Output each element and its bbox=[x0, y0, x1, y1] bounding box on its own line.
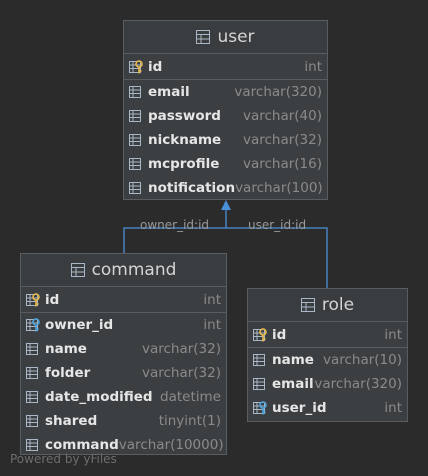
field-name: id bbox=[45, 291, 60, 308]
field-type: tinyint(1) bbox=[158, 413, 221, 429]
column-icon bbox=[129, 110, 141, 122]
field-row[interactable]: id int bbox=[124, 54, 327, 80]
column-icon bbox=[129, 86, 141, 98]
table-user[interactable]: user id int email varchar(320) password varch… bbox=[123, 20, 328, 200]
field-type: varchar(16) bbox=[242, 156, 322, 172]
field-name: password bbox=[148, 108, 221, 124]
table-title: command bbox=[91, 260, 177, 280]
field-type: int bbox=[304, 58, 322, 75]
column-icon bbox=[26, 439, 38, 451]
field-type: int bbox=[384, 326, 402, 343]
edge-arrowhead bbox=[221, 200, 231, 210]
field-name: owner_id bbox=[45, 317, 114, 333]
field-row[interactable]: password varchar(40) bbox=[124, 104, 327, 128]
field-row[interactable]: email varchar(320) bbox=[248, 372, 407, 396]
field-name: nickname bbox=[148, 132, 222, 148]
primary-key-icon bbox=[26, 292, 40, 306]
field-type: varchar(32) bbox=[242, 132, 322, 148]
field-row[interactable]: id int bbox=[21, 287, 226, 313]
field-row[interactable]: user_id int bbox=[248, 396, 407, 420]
field-type: varchar(100) bbox=[235, 180, 323, 196]
primary-key-icon bbox=[129, 59, 143, 73]
field-row[interactable]: nickname varchar(32) bbox=[124, 128, 327, 152]
field-row[interactable]: folder varchar(32) bbox=[21, 361, 226, 385]
field-type: datetime bbox=[160, 389, 221, 405]
field-name: mcprofile bbox=[148, 156, 220, 172]
column-icon bbox=[26, 415, 38, 427]
column-icon bbox=[253, 354, 265, 366]
field-type: varchar(10) bbox=[322, 352, 402, 368]
column-icon bbox=[129, 182, 141, 194]
field-name: email bbox=[272, 376, 314, 392]
field-type: varchar(320) bbox=[234, 84, 322, 100]
field-name: command bbox=[45, 437, 119, 453]
field-name: date_modified bbox=[45, 389, 153, 405]
field-row[interactable]: date_modified datetime bbox=[21, 385, 226, 409]
field-name: user_id bbox=[272, 400, 327, 416]
table-title: role bbox=[321, 295, 355, 315]
column-icon bbox=[129, 134, 141, 146]
column-icon bbox=[26, 367, 38, 379]
column-icon bbox=[26, 343, 38, 355]
field-name: email bbox=[148, 84, 190, 100]
field-type: varchar(320) bbox=[314, 376, 402, 392]
field-type: varchar(40) bbox=[242, 108, 322, 124]
field-row[interactable]: owner_id int bbox=[21, 313, 226, 337]
field-type: int bbox=[203, 317, 221, 333]
table-command[interactable]: command id int owner_id int name varchar(32) f… bbox=[20, 253, 227, 455]
field-row[interactable]: shared tinyint(1) bbox=[21, 409, 226, 433]
field-row[interactable]: name varchar(10) bbox=[248, 348, 407, 372]
field-name: name bbox=[272, 352, 314, 368]
table-role[interactable]: role id int name varchar(10) email varchar(32… bbox=[247, 288, 408, 422]
table-icon bbox=[70, 263, 85, 277]
field-name: id bbox=[272, 326, 287, 343]
field-type: varchar(10000) bbox=[118, 437, 224, 453]
field-name: name bbox=[45, 341, 87, 357]
watermark: Powered by yFiles bbox=[10, 452, 117, 466]
primary-key-icon bbox=[253, 327, 267, 341]
field-row[interactable]: name varchar(32) bbox=[21, 337, 226, 361]
table-title: user bbox=[217, 27, 255, 47]
field-name: id bbox=[148, 58, 163, 75]
field-row[interactable]: id int bbox=[248, 322, 407, 348]
column-icon bbox=[129, 158, 141, 170]
table-header: command bbox=[21, 254, 226, 287]
table-header: user bbox=[124, 21, 327, 54]
table-icon bbox=[196, 30, 211, 44]
field-row[interactable]: mcprofile varchar(16) bbox=[124, 152, 327, 176]
field-name: notification bbox=[148, 180, 236, 196]
relation-label-user: user_id:id bbox=[248, 218, 307, 232]
relation-label-owner: owner_id:id bbox=[140, 218, 210, 232]
edge-role-user bbox=[226, 227, 328, 288]
field-type: varchar(32) bbox=[141, 341, 221, 357]
field-type: int bbox=[203, 291, 221, 308]
foreign-key-icon bbox=[253, 401, 267, 415]
field-type: int bbox=[384, 400, 402, 416]
field-type: varchar(32) bbox=[141, 365, 221, 381]
field-row[interactable]: email varchar(320) bbox=[124, 80, 327, 104]
field-name: shared bbox=[45, 413, 98, 429]
column-icon bbox=[253, 378, 265, 390]
column-icon bbox=[26, 391, 38, 403]
foreign-key-icon bbox=[26, 318, 40, 332]
field-name: folder bbox=[45, 365, 91, 381]
table-icon bbox=[300, 298, 315, 312]
table-header: role bbox=[248, 289, 407, 322]
field-row[interactable]: notification varchar(100) bbox=[124, 176, 327, 200]
